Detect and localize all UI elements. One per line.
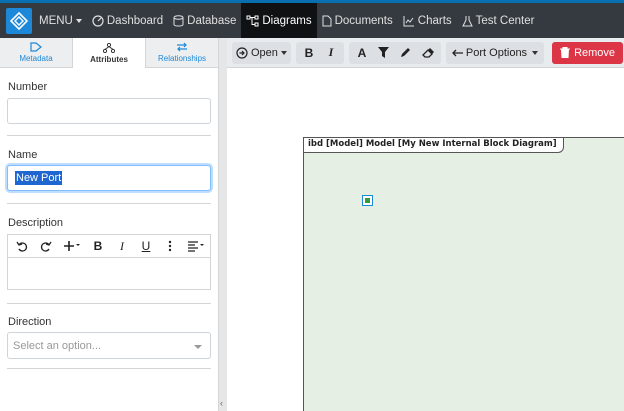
chevron-down-icon [280, 50, 287, 55]
number-field[interactable] [7, 98, 211, 124]
nav-test-center[interactable]: Test Center [457, 3, 540, 38]
database-icon [173, 14, 184, 26]
chevron-down-icon [75, 18, 82, 23]
nav-test-center-label: Test Center [475, 14, 535, 27]
nav-charts[interactable]: Charts [398, 3, 457, 38]
port-options-label: Port Options [465, 46, 528, 59]
ibd-frame[interactable]: ibd [Model] Model [My New Internal Block… [303, 137, 624, 411]
arrow-left-icon [452, 49, 463, 56]
arrow-circle-right-icon [236, 46, 248, 59]
open-button[interactable]: Open [232, 41, 291, 64]
menu-button[interactable]: MENU [34, 3, 87, 38]
tab-attributes-label: Attributes [90, 54, 128, 64]
sitemap-icon [103, 42, 115, 53]
tab-relationships[interactable]: Relationships [146, 38, 218, 67]
nav-diagrams[interactable]: Diagrams [241, 3, 317, 38]
chevron-down-icon [194, 345, 202, 349]
remove-label: Remove [574, 46, 616, 59]
divider [7, 303, 211, 304]
redo-button[interactable] [36, 236, 56, 256]
flask-icon [461, 15, 473, 26]
remove-button[interactable]: Remove [552, 41, 624, 64]
panel-splitter[interactable]: ‹ [219, 38, 227, 411]
direction-label: Direction [8, 316, 52, 328]
diagram-toolbar: Open B I A Port Options Remove [227, 38, 624, 68]
tab-metadata-label: Metadata [19, 54, 53, 63]
swap-icon [177, 42, 187, 52]
charts-icon [403, 15, 414, 26]
align-left-icon [188, 241, 204, 252]
redo-icon [40, 241, 52, 252]
divider [7, 203, 211, 204]
font-color-button[interactable]: A [351, 42, 373, 64]
nav-charts-label: Charts [417, 14, 452, 27]
align-button[interactable] [184, 236, 208, 256]
name-value: New Port [15, 171, 63, 185]
diagram-canvas[interactable]: ibd [Model] Model [My New Internal Block… [227, 68, 624, 411]
menu-label: MENU [39, 14, 73, 27]
nav-database-label: Database [187, 14, 237, 27]
description-label: Description [8, 217, 64, 229]
properties-panel: Metadata Attributes Relationships Number… [0, 38, 219, 411]
underline-button[interactable]: U [136, 236, 156, 256]
plus-icon [64, 241, 80, 251]
direction-placeholder: Select an option... [13, 340, 102, 352]
tab-metadata[interactable]: Metadata [0, 38, 72, 67]
undo-button[interactable] [12, 236, 32, 256]
pen-icon [401, 48, 411, 57]
chevron-down-icon [532, 50, 539, 55]
trash-icon [560, 47, 571, 58]
description-editor[interactable] [7, 257, 211, 290]
nav-dashboard-label: Dashboard [106, 14, 164, 27]
tab-relationships-label: Relationships [157, 54, 207, 63]
tag-icon [30, 42, 42, 52]
italic-button[interactable]: I [320, 42, 342, 64]
divider [7, 368, 211, 369]
divider [7, 135, 211, 136]
name-label: Name [8, 149, 38, 161]
nav-diagrams-label: Diagrams [262, 14, 312, 27]
eraser-icon [422, 47, 434, 58]
number-label: Number [8, 81, 48, 93]
tab-attributes[interactable]: Attributes [72, 38, 146, 68]
name-field[interactable]: New Port [7, 165, 211, 191]
dashboard-icon [92, 14, 104, 27]
open-label: Open [251, 46, 278, 59]
pen-button[interactable] [395, 42, 417, 64]
filter-icon [378, 47, 390, 58]
more-vertical-icon [168, 240, 172, 252]
undo-icon [16, 241, 28, 252]
italic-button[interactable]: I [112, 236, 132, 256]
nav-documents[interactable]: Documents [317, 3, 398, 38]
bold-button[interactable]: B [298, 42, 320, 64]
nav-database[interactable]: Database [168, 3, 241, 38]
nav-dashboard[interactable]: Dashboard [87, 3, 168, 38]
documents-icon [322, 15, 332, 26]
eraser-button[interactable] [417, 42, 439, 64]
top-navbar: MENU Dashboard Database Diagrams Documen… [0, 0, 624, 38]
direction-select[interactable]: Select an option... [7, 332, 211, 359]
frame-title: ibd [Model] Model [My New Internal Block… [303, 137, 564, 153]
nav-documents-label: Documents [334, 14, 393, 27]
port-element[interactable] [362, 195, 373, 206]
diagrams-icon [246, 15, 259, 26]
format-group: B I [295, 41, 344, 64]
bold-button[interactable]: B [88, 236, 108, 256]
style-group: A [348, 41, 441, 64]
app-logo[interactable] [6, 7, 32, 34]
insert-button[interactable] [60, 236, 84, 256]
port-options-button[interactable]: Port Options [445, 41, 545, 64]
more-button[interactable] [160, 236, 180, 256]
panel-tabs: Metadata Attributes Relationships [0, 38, 218, 68]
description-editor-toolbar: B I U [7, 234, 211, 257]
port-dot [365, 198, 370, 203]
collapse-left-icon[interactable]: ‹ [220, 398, 223, 408]
filter-button[interactable] [373, 42, 395, 64]
